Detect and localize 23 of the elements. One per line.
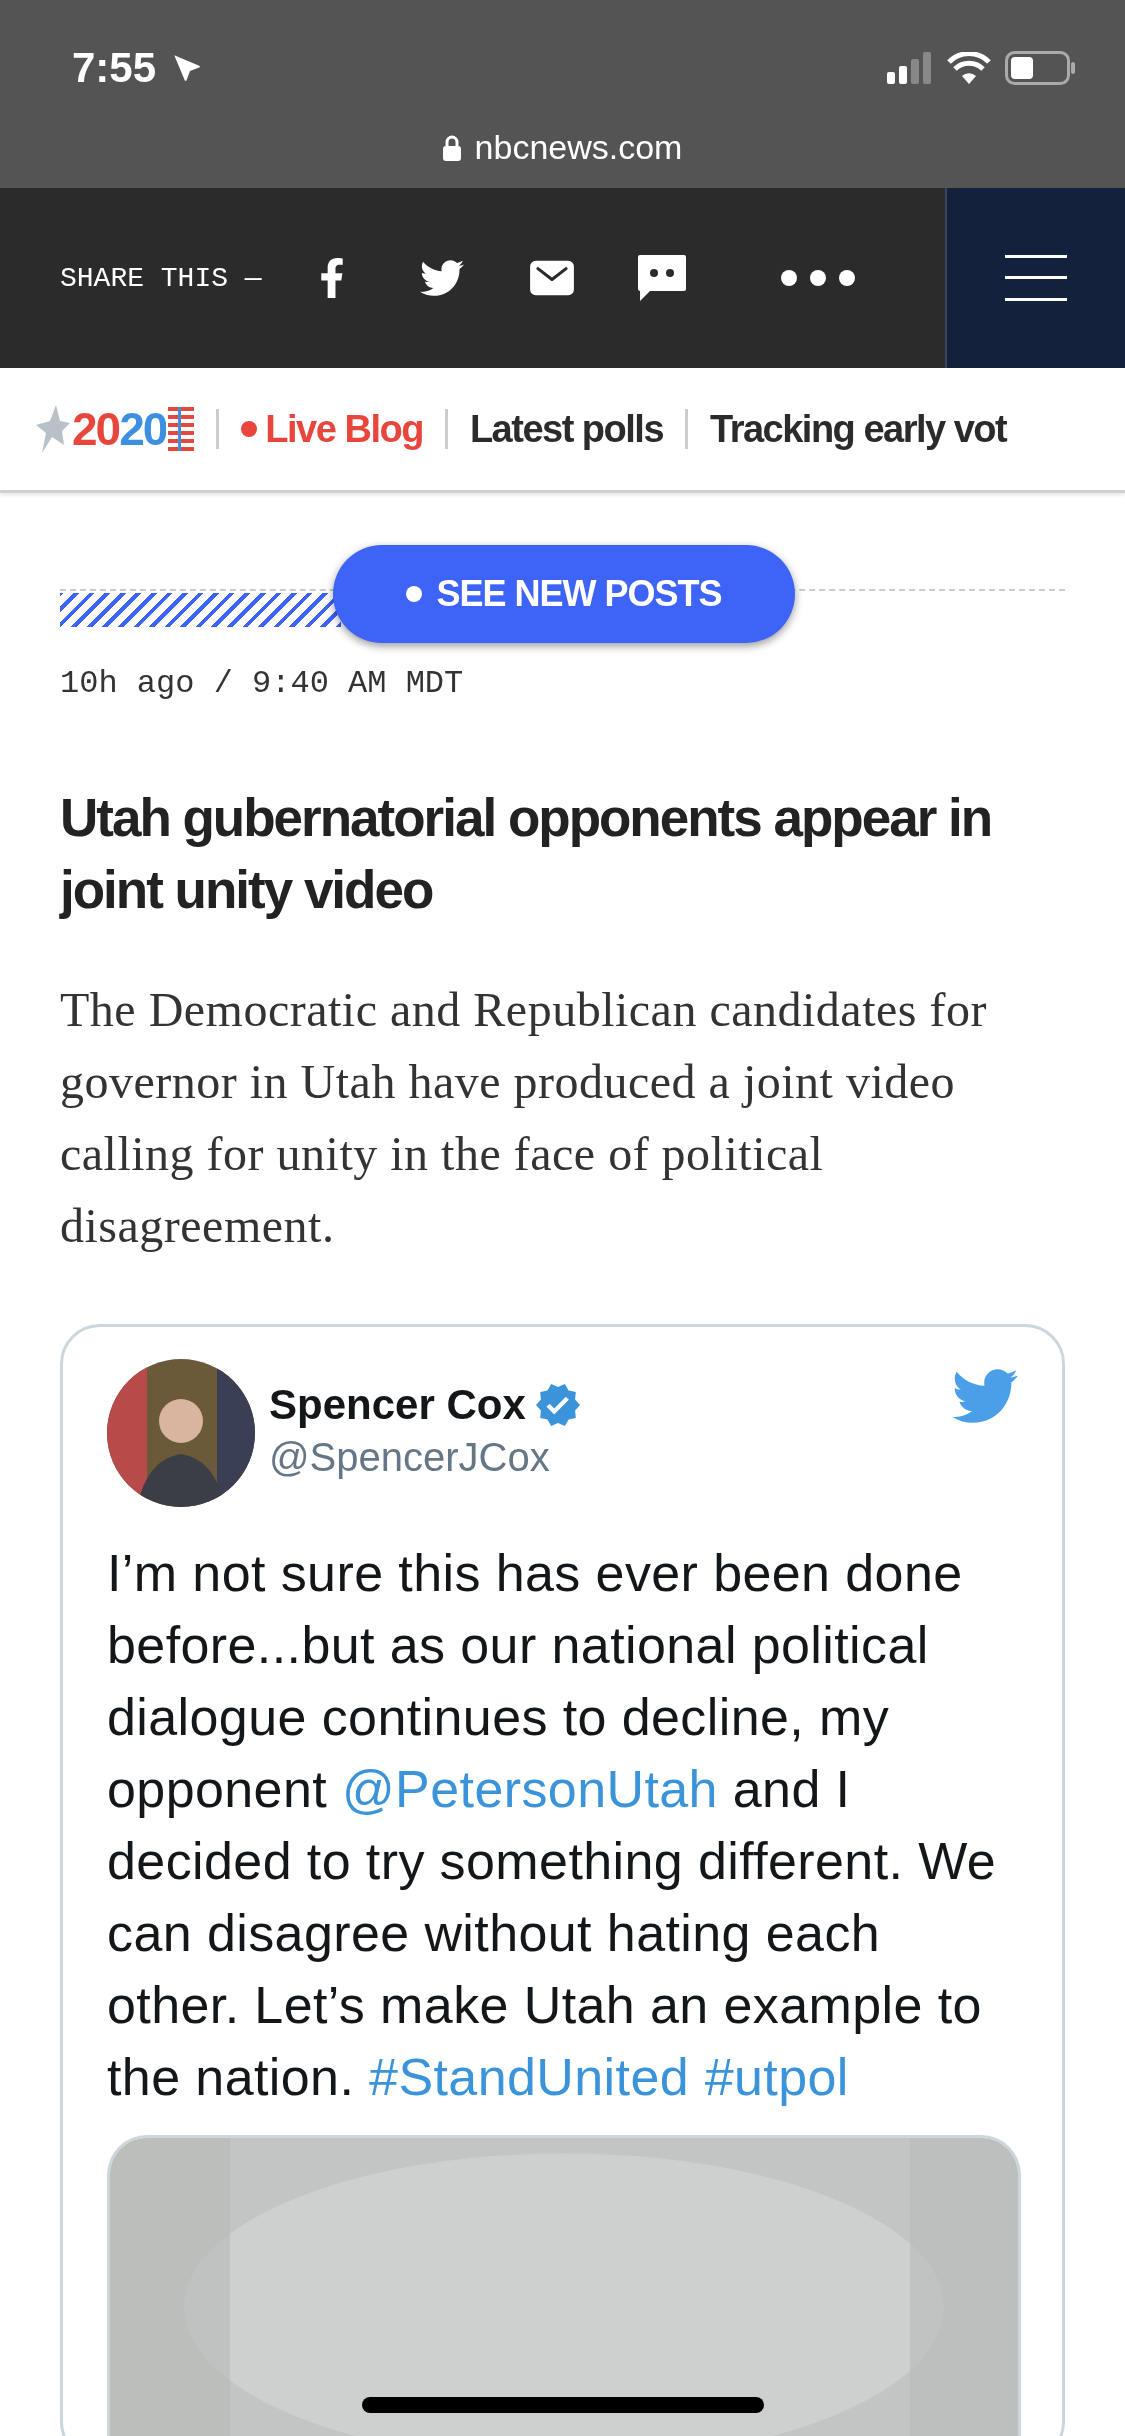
tweet-link[interactable]: @PetersonUtah (341, 1760, 718, 1818)
tweet-link[interactable]: #utpol (704, 2048, 849, 2106)
wifi-icon (947, 52, 991, 84)
tweet-link[interactable]: #StandUnited (369, 2048, 690, 2106)
address-bar-url[interactable]: nbcnews.com (474, 128, 683, 167)
post-timestamp: 10h ago / 9:40 AM MDT (60, 665, 465, 702)
tweet-author-handle[interactable]: @SpencerJCox (269, 1435, 582, 1480)
new-posts-toast[interactable]: SEE NEW POSTS (333, 545, 795, 643)
stripes-icon (168, 407, 195, 451)
share-label: SHARE THIS — (60, 262, 262, 294)
battery-icon (1005, 51, 1075, 85)
menu-icon (1005, 255, 1067, 301)
status-time: 7:55 (72, 44, 157, 92)
tweet-author-name[interactable]: Spencer Cox (269, 1381, 526, 1429)
lock-icon (442, 134, 461, 161)
star-icon (36, 405, 70, 453)
signal-icon (887, 52, 933, 84)
post-summary: The Democratic and Republican candidates for governor in Utah have produced a joint video calling for unity in the face of political disagreement. (60, 982, 988, 1254)
nav-link[interactable]: Live Blog (241, 407, 423, 451)
nav-link[interactable]: Latest polls (469, 407, 664, 451)
post-headline: Utah gubernatorial opponents appear in joint unity video (60, 787, 993, 921)
tweet-text: I’m not sure this has ever been done before...but as our national political dialogue continues to decline, my opponent @PetersonUtah and I decided to try something different. We can disagree without hating each other. Let’s make Utah an example to the nation. #StandUnited #utpol (107, 1543, 998, 2108)
nav-link[interactable]: Tracking early vot (710, 407, 1007, 451)
